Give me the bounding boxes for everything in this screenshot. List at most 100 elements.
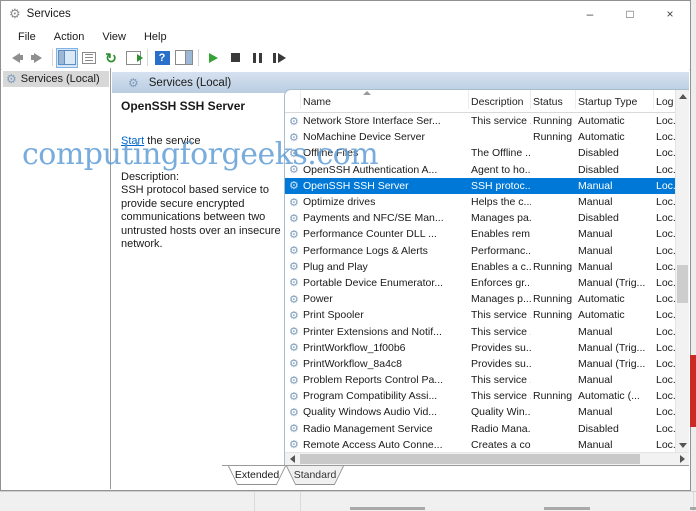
table-row[interactable]: ⚙Printer Extensions and Notif...This ser…	[285, 323, 675, 339]
table-row[interactable]: ⚙Program Compatibility Assi...This servi…	[285, 388, 675, 404]
list-header-row: Name Description Status Startup Type Log	[285, 90, 689, 113]
services-gear-icon: ⚙	[128, 77, 139, 89]
table-row[interactable]: ⚙Radio Management ServiceRadio Mana...Di…	[285, 421, 675, 437]
service-gear-icon: ⚙	[285, 341, 301, 354]
background-window-edge	[0, 491, 696, 511]
export-list-icon[interactable]	[122, 48, 144, 68]
service-description: This service ...	[469, 374, 531, 386]
table-row[interactable]: ⚙Optimize drivesHelps the c...ManualLoc.…	[285, 194, 675, 210]
service-log-on: Loc...	[654, 342, 675, 354]
table-row[interactable]: ⚙Performance Logs & AlertsPerformanc...M…	[285, 243, 675, 259]
service-startup-type: Manual	[576, 326, 654, 338]
table-row[interactable]: ⚙Problem Reports Control Pa...This servi…	[285, 372, 675, 388]
toolbar-separator	[147, 49, 148, 66]
table-row[interactable]: ⚙Quality Windows Audio Vid...Quality Win…	[285, 404, 675, 420]
refresh-icon[interactable]: ↻	[100, 48, 122, 68]
stop-service-icon[interactable]	[224, 48, 246, 68]
selected-service-title: OpenSSH SSH Server	[121, 99, 276, 113]
scroll-left-icon[interactable]	[285, 453, 299, 465]
service-status: Running	[531, 261, 576, 273]
start-service-icon[interactable]	[202, 48, 224, 68]
service-startup-type: Manual	[576, 406, 654, 418]
service-gear-icon: ⚙	[285, 357, 301, 370]
service-log-on: Loc...	[654, 131, 675, 143]
show-hide-action-pane-icon[interactable]	[173, 48, 195, 68]
vertical-scrollbar[interactable]	[675, 90, 689, 452]
column-header-description[interactable]: Description	[469, 90, 531, 109]
table-row[interactable]: ⚙Payments and NFC/SE Man...Manages pa...…	[285, 210, 675, 226]
maximize-button[interactable]: □	[610, 2, 650, 26]
table-row[interactable]: ⚙PowerManages p...RunningAutomaticLoc...	[285, 291, 675, 307]
scroll-up-icon[interactable]	[676, 90, 689, 103]
main-area: ⚙ Services (Local) ⚙ Services (Local) Op…	[2, 68, 689, 489]
menu-action[interactable]: Action	[45, 29, 94, 45]
service-gear-icon: ⚙	[285, 179, 301, 192]
service-gear-icon: ⚙	[285, 406, 301, 419]
column-header-status[interactable]: Status	[531, 90, 576, 109]
menu-file[interactable]: File	[9, 29, 45, 45]
column-header-name[interactable]: Name	[301, 90, 469, 109]
pause-service-icon[interactable]	[246, 48, 268, 68]
back-icon[interactable]	[5, 48, 27, 68]
vertical-scrollbar-thumb[interactable]	[677, 265, 688, 303]
tab-standard[interactable]: Standard	[286, 466, 344, 485]
restart-service-icon[interactable]	[268, 48, 290, 68]
service-status: Running	[531, 293, 576, 305]
service-gear-icon: ⚙	[285, 309, 301, 322]
service-log-on: Loc...	[654, 196, 675, 208]
service-log-on: Loc...	[654, 439, 675, 451]
table-row[interactable]: ⚙OpenSSH SSH ServerSSH protoc...ManualLo…	[285, 178, 675, 194]
column-header-startup-type[interactable]: Startup Type	[576, 90, 654, 109]
table-row[interactable]: ⚙Plug and PlayEnables a c...RunningManua…	[285, 259, 675, 275]
minimize-button[interactable]: –	[570, 2, 610, 26]
horizontal-scrollbar[interactable]	[285, 452, 689, 465]
service-status: Running	[531, 309, 576, 321]
table-row[interactable]: ⚙Print SpoolerThis service ...RunningAut…	[285, 307, 675, 323]
service-name: Printer Extensions and Notif...	[301, 326, 469, 338]
service-log-on: Loc...	[654, 115, 675, 127]
toolbar: ↻ ?	[1, 46, 690, 70]
header-icon-spacer	[285, 90, 301, 109]
properties-icon[interactable]	[78, 48, 100, 68]
service-description: This service ...	[469, 309, 531, 321]
table-row[interactable]: ⚙Performance Counter DLL ...Enables rem.…	[285, 226, 675, 242]
services-gear-icon: ⚙	[6, 73, 17, 85]
service-startup-type: Manual	[576, 374, 654, 386]
service-log-on: Loc...	[654, 406, 675, 418]
menu-help[interactable]: Help	[135, 29, 176, 45]
service-name: Quality Windows Audio Vid...	[301, 406, 469, 418]
scroll-down-icon[interactable]	[676, 439, 689, 452]
service-log-on: Loc...	[654, 374, 675, 386]
table-row[interactable]: ⚙Remote Access Auto Conne...Creates a co…	[285, 437, 675, 452]
close-button[interactable]: ×	[650, 2, 690, 26]
table-row[interactable]: ⚙PrintWorkflow_1f00b6Provides su...Manua…	[285, 340, 675, 356]
service-log-on: Loc...	[654, 293, 675, 305]
service-log-on: Loc...	[654, 423, 675, 435]
forward-icon[interactable]	[27, 48, 49, 68]
menu-view[interactable]: View	[93, 29, 135, 45]
tab-extended[interactable]: Extended	[228, 466, 286, 485]
horizontal-scrollbar-thumb[interactable]	[300, 454, 640, 464]
service-startup-type: Manual	[576, 245, 654, 257]
table-row[interactable]: ⚙Network Store Interface Ser...This serv…	[285, 113, 675, 129]
service-name: OpenSSH SSH Server	[301, 180, 469, 192]
app-gear-icon: ⚙	[9, 6, 21, 22]
sort-ascending-icon	[363, 91, 371, 95]
table-row[interactable]: ⚙PrintWorkflow_8a4c8Provides su...Manual…	[285, 356, 675, 372]
show-console-tree-icon[interactable]	[56, 48, 78, 68]
tree-item-label: Services (Local)	[21, 73, 100, 85]
window-title: Services	[27, 8, 71, 20]
service-startup-type: Manual (Trig...	[576, 358, 654, 370]
tree-item-services-local[interactable]: ⚙ Services (Local)	[3, 71, 109, 87]
table-row[interactable]: ⚙Portable Device Enumerator...Enforces g…	[285, 275, 675, 291]
service-log-on: Loc...	[654, 212, 675, 224]
scroll-right-icon[interactable]	[675, 453, 689, 465]
services-window: ⚙ Services – □ × File Action View Help ↻…	[0, 0, 691, 491]
service-name: Optimize drives	[301, 196, 469, 208]
service-description: The Offline ...	[469, 147, 531, 159]
service-log-on: Loc...	[654, 261, 675, 273]
service-log-on: Loc...	[654, 277, 675, 289]
service-startup-type: Automatic	[576, 131, 654, 143]
help-icon[interactable]: ?	[151, 48, 173, 68]
service-gear-icon: ⚙	[285, 276, 301, 289]
